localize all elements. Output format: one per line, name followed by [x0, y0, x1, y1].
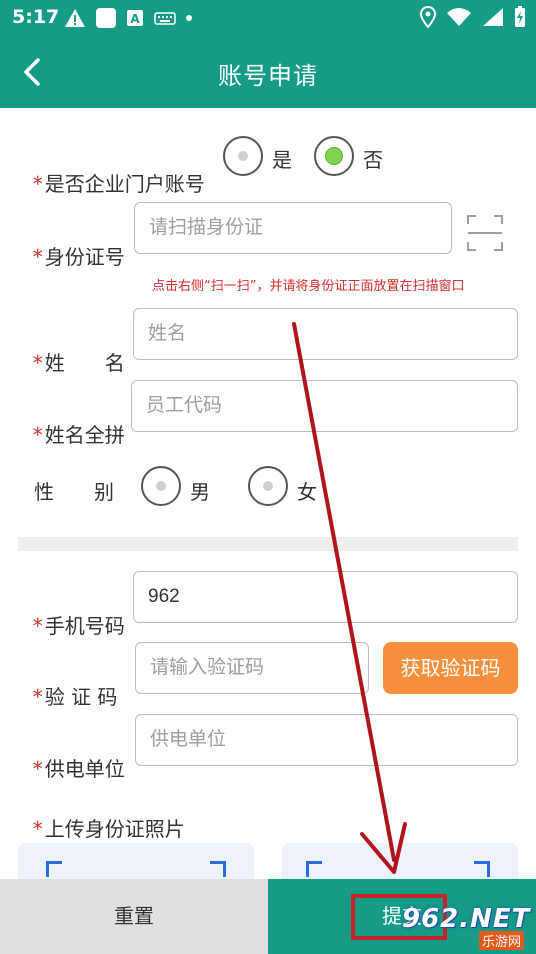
section-divider — [18, 537, 518, 551]
id-number-label: * 身份证号 — [32, 245, 125, 269]
status-bar: 5:17 A — [0, 0, 536, 36]
keyboard-icon — [154, 12, 176, 25]
radio-gender-female-label: 女 — [297, 480, 317, 504]
power-unit-input[interactable] — [135, 714, 518, 766]
upload-id-photo-label: * 上传身份证照片 — [32, 817, 185, 841]
radio-enterprise-yes[interactable] — [223, 136, 263, 176]
radio-enterprise-no-label: 否 — [363, 148, 383, 172]
scan-icon[interactable] — [466, 214, 504, 252]
radio-gender-female[interactable] — [248, 466, 288, 506]
id-number-input[interactable] — [134, 202, 452, 254]
get-verify-code-button[interactable]: 获取验证码 — [383, 642, 518, 694]
watermark-brand: 962.NET — [402, 904, 531, 934]
name-label: * 姓 名 — [32, 351, 125, 375]
power-unit-label: * 供电单位 — [32, 757, 125, 781]
verify-code-label: * 验 证 码 — [32, 685, 118, 709]
location-icon — [420, 6, 436, 28]
status-time: 5:17 — [12, 6, 60, 28]
page-title: 账号申请 — [218, 62, 318, 90]
name-pinyin-label: * 姓名全拼 — [32, 423, 125, 447]
name-pinyin-input[interactable] — [131, 380, 518, 432]
radio-enterprise-yes-label: 是 — [272, 148, 292, 172]
gender-label: 性 别 — [34, 480, 114, 504]
phone-input[interactable] — [133, 571, 518, 623]
wifi-icon — [447, 8, 471, 26]
required-mark: * — [32, 172, 43, 196]
battery-icon — [515, 6, 525, 27]
radio-enterprise-no[interactable] — [314, 136, 354, 176]
phone-label: * 手机号码 — [32, 614, 125, 638]
enterprise-account-label: * 是否企业门户账号 — [32, 172, 205, 196]
status-notification-icons: A — [64, 8, 192, 28]
app-header: 账号申请 — [0, 36, 536, 108]
dot-icon — [186, 15, 192, 21]
status-system-icons — [420, 6, 526, 28]
reset-button[interactable]: 重置 — [0, 879, 268, 954]
signal-icon — [483, 8, 503, 26]
keyboard-a-icon: A — [127, 10, 143, 26]
name-input[interactable] — [133, 308, 518, 360]
scan-hint: 点击右侧“扫一扫”，并请将身份证正面放置在扫描窗口 — [152, 279, 465, 294]
site-watermark: 962.NET 乐游网 — [402, 904, 531, 950]
verify-code-input[interactable] — [135, 642, 369, 694]
svg-text:A: A — [130, 12, 140, 26]
radio-gender-male-label: 男 — [190, 480, 210, 504]
app-icon — [96, 8, 116, 28]
radio-gender-male[interactable] — [141, 466, 181, 506]
watermark-sub: 乐游网 — [478, 931, 524, 950]
alert-icon — [65, 9, 85, 27]
